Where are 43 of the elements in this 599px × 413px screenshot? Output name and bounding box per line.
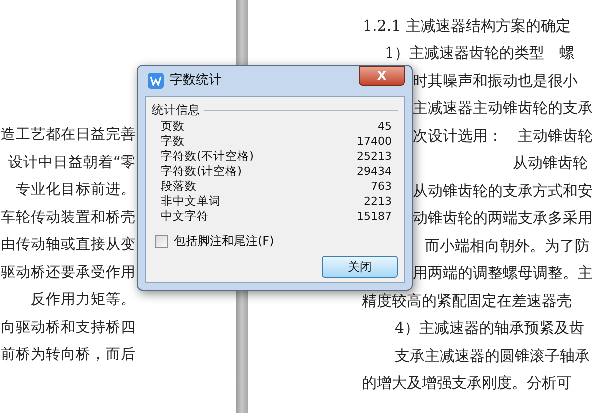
document-text-line: 造工艺都在日益完善 <box>1 126 136 145</box>
app-logo-icon <box>148 73 164 89</box>
stat-label: 段落数 <box>161 179 197 194</box>
document-text-line: 驱动桥还要承受作用 <box>1 264 136 282</box>
checkbox-label: 包括脚注和尾注(F) <box>174 233 274 250</box>
document-text-line: 由传动轴或直接从变 <box>1 236 136 255</box>
stat-value: 29434 <box>357 164 392 179</box>
checkbox[interactable] <box>155 234 168 248</box>
stat-value: 17400 <box>357 134 392 149</box>
stat-label: 字符数(计空格) <box>161 164 242 179</box>
stat-value: 763 <box>371 179 392 194</box>
stat-label: 字符数(不计空格) <box>161 149 254 164</box>
document-text-line: 次设计选用： 主动锥齿轮 <box>413 126 593 146</box>
document-text-line: 前桥为转向桥，而后 <box>1 346 136 365</box>
stat-label: 非中文单词 <box>161 194 221 209</box>
document-text-line: 1）主减速器齿轮的类型 螺 <box>385 43 575 64</box>
stat-label: 页数 <box>161 119 185 134</box>
section-heading: 1.2.1 主减速器结构方案的确定 <box>363 16 571 36</box>
document-text-line: 4）主减速器的轴承预紧及齿 <box>395 318 585 339</box>
document-text-line: 反作用力矩等。 <box>31 291 136 310</box>
document-text-line: 专业化目标前进。 <box>16 181 136 200</box>
document-text-line: 的增大及增强支承刚度。分析可 <box>362 373 572 394</box>
group-title: 统计信息 <box>152 102 200 119</box>
document-text-line: 精度较高的紧配固定在差速器壳 <box>362 290 572 312</box>
document-text-line: 而小端相向朝外。为了防 <box>425 236 590 256</box>
document-text-line: 向驱动桥和支持桥四 <box>1 318 136 338</box>
document-text-line: 用两端的调整螺母调整。主 <box>413 263 593 284</box>
document-text-line: 车轮传动装置和桥壳 <box>1 208 136 228</box>
stat-value: 25213 <box>357 149 392 164</box>
document-text-line: 时其噪声和振动也是很小 <box>413 70 578 92</box>
document-text-line: 支承主减速器的圆锥滚子轴承 <box>395 346 590 366</box>
stat-label: 字数 <box>161 134 185 149</box>
stat-value: 45 <box>378 119 392 134</box>
close-dialog-button[interactable]: 关闭 <box>322 256 398 278</box>
document-text-line: 主减速器主动锥齿轮的支承 <box>413 98 593 119</box>
stat-value: 15187 <box>357 209 392 224</box>
document-text-line: 从动锥齿轮的支承方式和安 <box>413 180 593 202</box>
stat-value: 2213 <box>364 194 392 209</box>
document-text-line: 动锥齿轮的两端支承多采用 <box>413 208 593 229</box>
document-text-line: 从动锥齿轮 <box>513 153 588 174</box>
document-text-line: 设计中日益朝着“零 <box>8 154 136 172</box>
stat-label: 中文字符 <box>161 209 209 224</box>
dialog-title: 字数统计 <box>170 72 222 90</box>
